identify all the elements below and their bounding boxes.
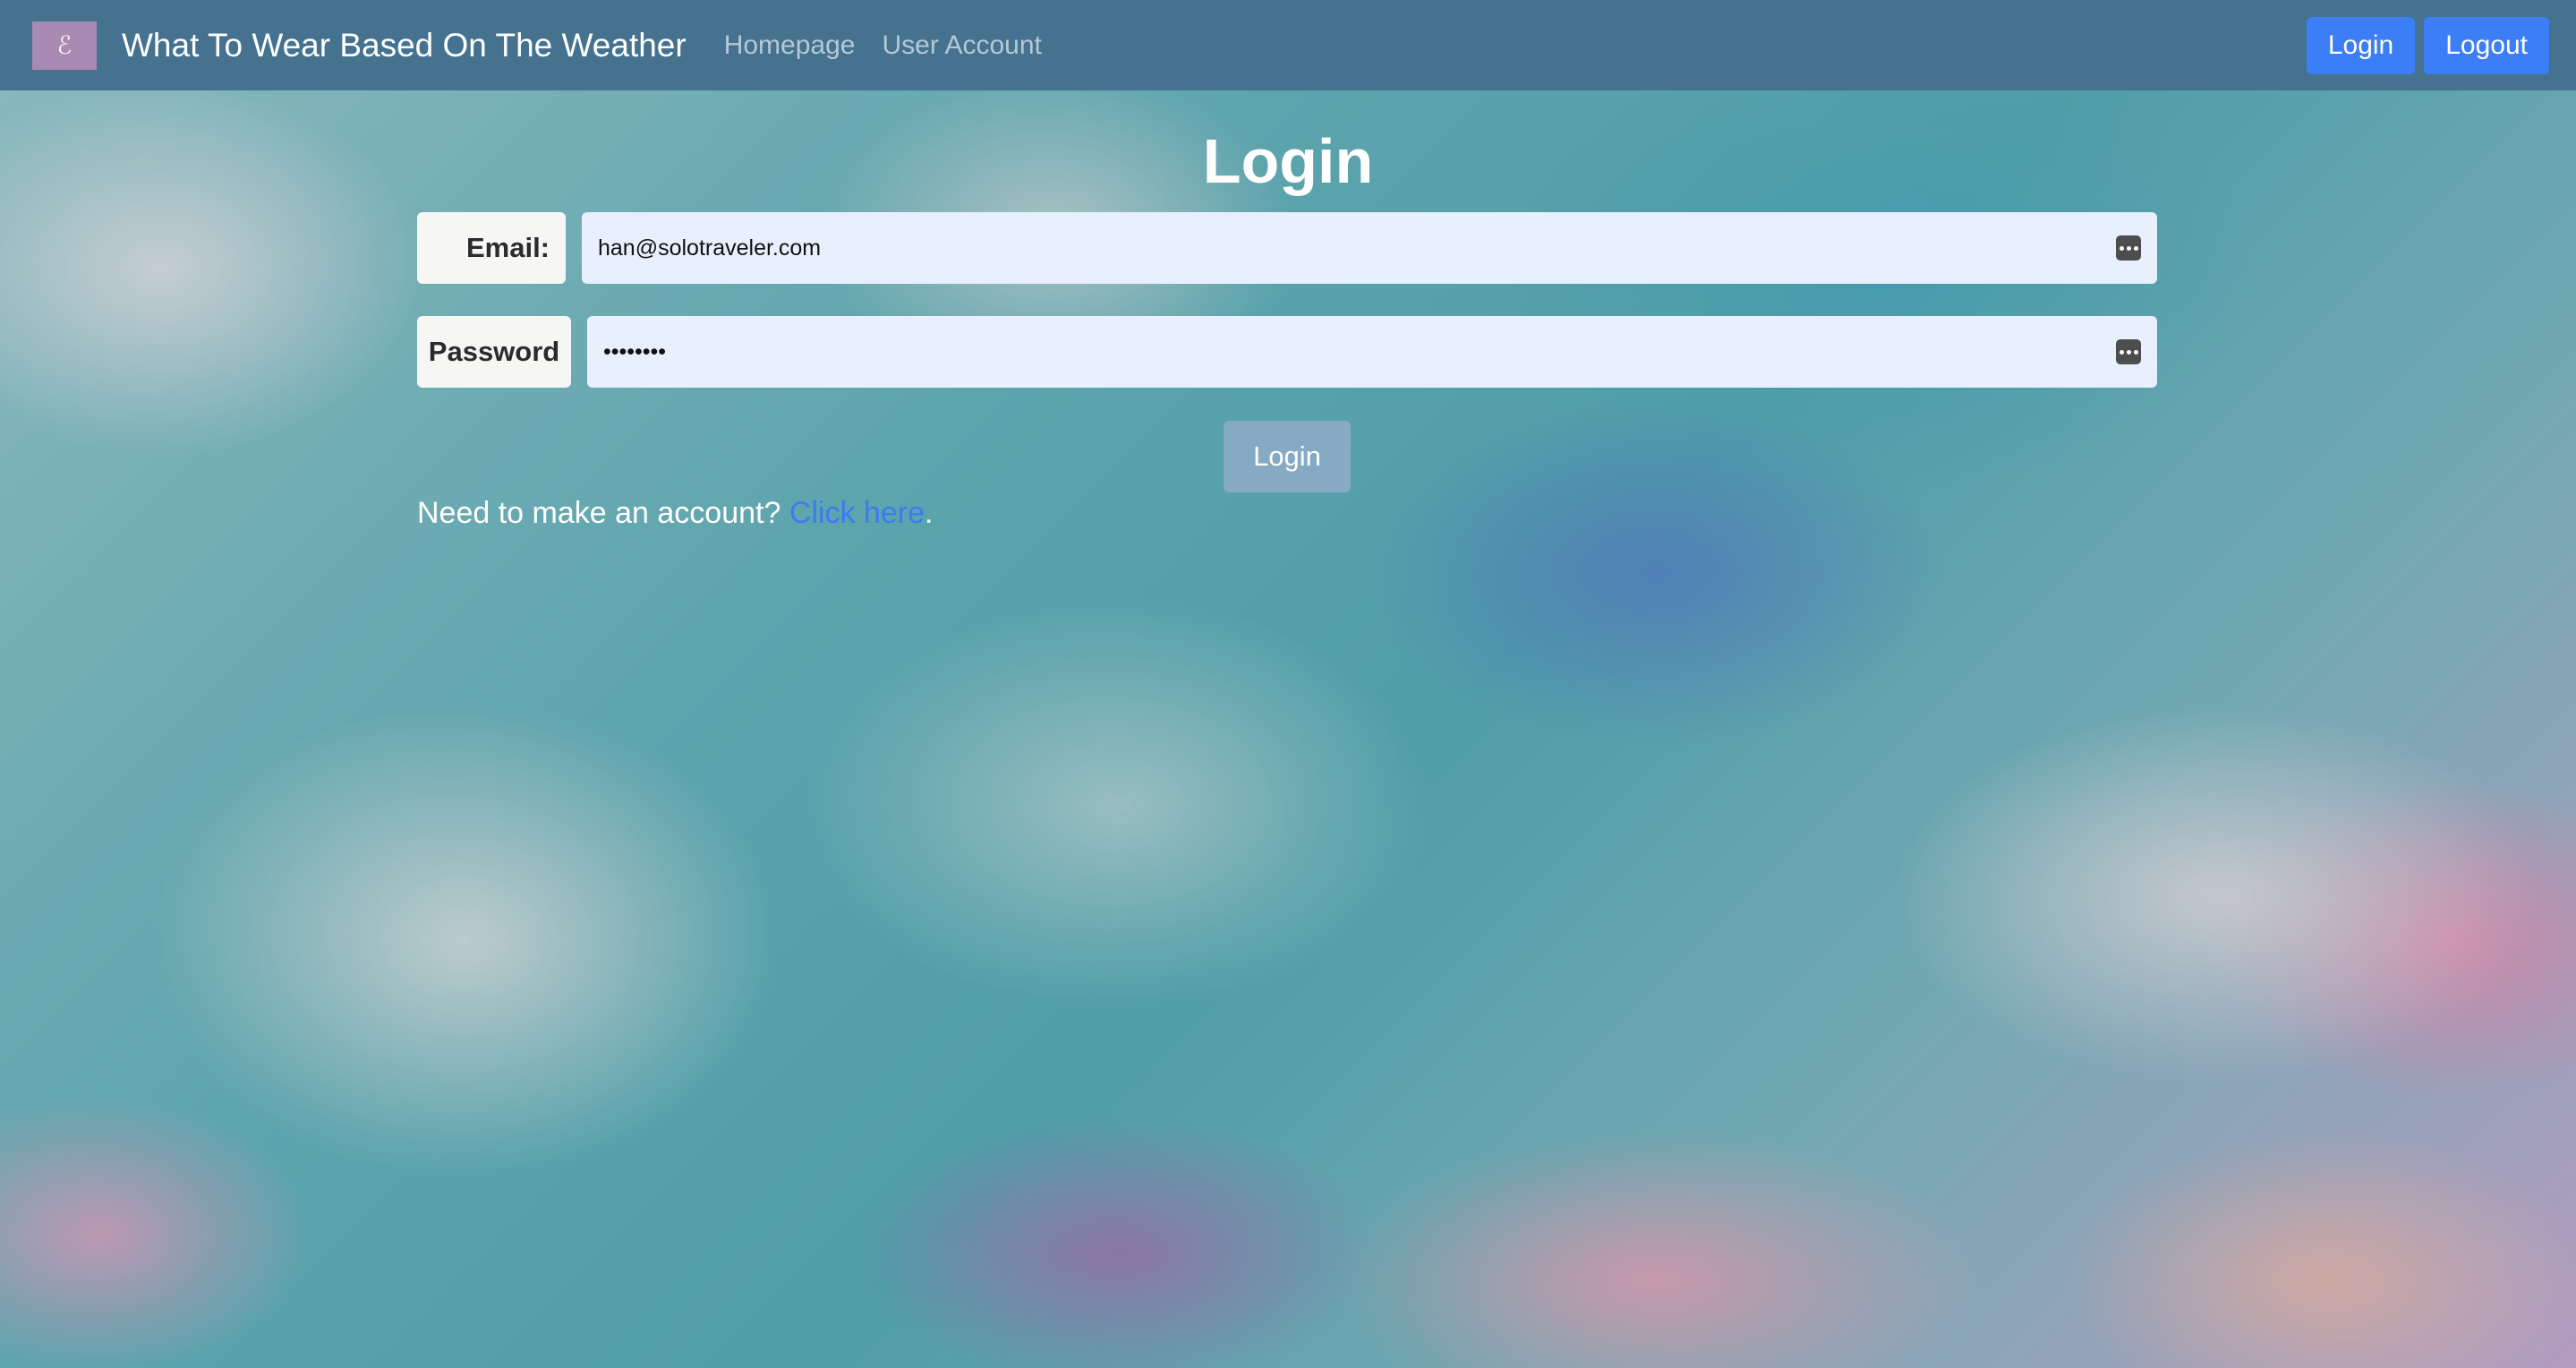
nav-link-user-account[interactable]: User Account bbox=[882, 30, 1041, 61]
signup-prompt: Need to make an account? Click here. bbox=[417, 496, 933, 531]
nav-logout-button[interactable]: Logout bbox=[2424, 16, 2549, 74]
nav-link-homepage[interactable]: Homepage bbox=[724, 30, 856, 61]
email-field[interactable]: han@solotraveler.com bbox=[582, 212, 2157, 284]
password-label: Password bbox=[417, 316, 571, 388]
brand-title[interactable]: What To Wear Based On The Weather bbox=[122, 27, 687, 64]
page-title: Login bbox=[1202, 126, 1374, 196]
email-value: han@solotraveler.com bbox=[598, 235, 822, 261]
email-label: Email: bbox=[417, 212, 566, 284]
signup-suffix: . bbox=[925, 496, 934, 530]
logo[interactable]: ℰ bbox=[32, 21, 97, 70]
login-submit-button[interactable]: Login bbox=[1224, 421, 1351, 492]
nav-login-button[interactable]: Login bbox=[2306, 16, 2416, 74]
signup-link[interactable]: Click here bbox=[789, 496, 925, 530]
password-field[interactable]: •••••••• bbox=[587, 316, 2157, 388]
navbar: ℰ What To Wear Based On The Weather Home… bbox=[0, 0, 2576, 90]
password-row: Password •••••••• bbox=[417, 316, 2157, 388]
password-manager-icon[interactable] bbox=[2116, 235, 2141, 261]
email-row: Email: han@solotraveler.com bbox=[417, 212, 2157, 284]
password-value: •••••••• bbox=[603, 338, 667, 364]
password-manager-icon[interactable] bbox=[2116, 339, 2141, 364]
signup-prompt-text: Need to make an account? bbox=[417, 496, 781, 530]
